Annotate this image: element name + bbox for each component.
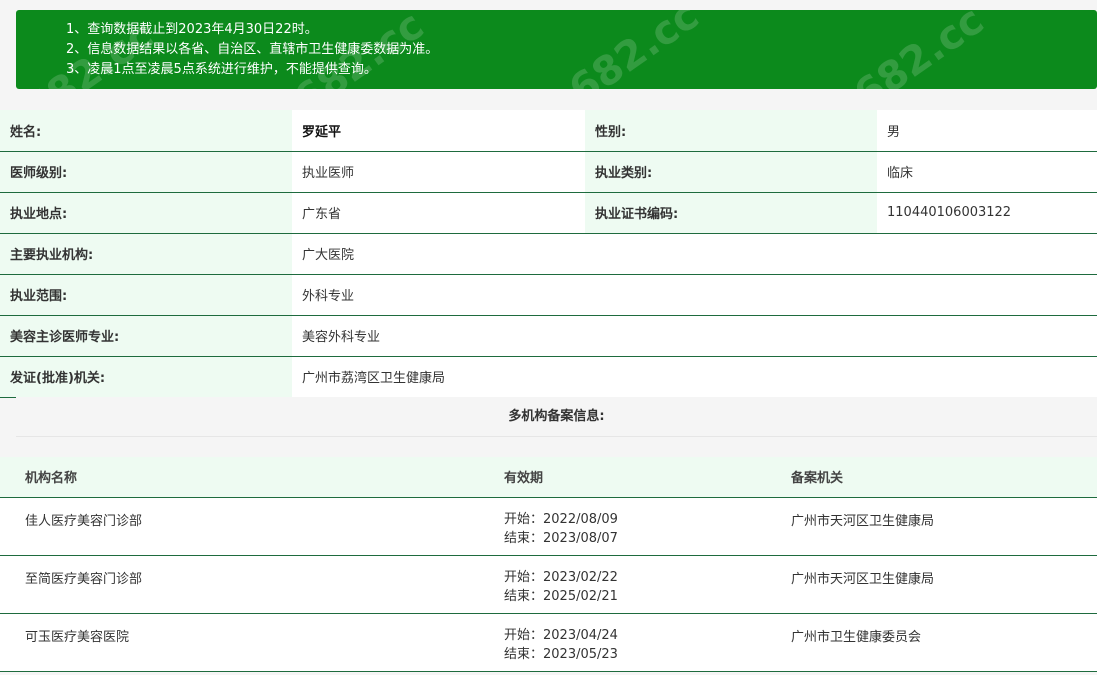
scope-label: 执业范围: [0, 274, 292, 316]
notice-list: 1、查询数据截止到2023年4月30日22时。 2、信息数据结果以各省、自治区、… [66, 20, 438, 80]
institution-name: 佳人医疗美容门诊部 [0, 497, 479, 556]
multi-registration-table: 机构名称 有效期 备案机关 佳人医疗美容门诊部 开始：2022/08/09 结束… [0, 457, 1097, 672]
category-label: 执业类别: [585, 151, 877, 193]
authority-value: 广州市荔湾区卫生健康局 [292, 356, 1097, 398]
watermark-logo: 682.cc [846, 10, 993, 89]
info-row: 执业范围: 外科专业 [0, 274, 1097, 316]
level-label: 医师级别: [0, 151, 292, 193]
location-value: 广东省 [292, 192, 585, 234]
scope-value: 外科专业 [292, 274, 1097, 316]
cosmetic-value: 美容外科专业 [292, 315, 1097, 357]
institution-name: 可玉医疗美容医院 [0, 613, 479, 672]
info-row: 主要执业机构: 广大医院 [0, 233, 1097, 275]
validity-cell: 开始：2022/08/09 结束：2023/08/07 [479, 497, 766, 556]
name-label: 姓名: [0, 110, 292, 152]
authority-label: 发证(批准)机关: [0, 356, 292, 398]
validity-cell: 开始：2023/02/22 结束：2025/02/21 [479, 555, 766, 614]
institution-label: 主要执业机构: [0, 233, 292, 275]
validity-cell: 开始：2023/04/24 结束：2023/05/23 [479, 613, 766, 672]
validity-start: 开始：2023/04/24 [504, 627, 618, 643]
info-row: 发证(批准)机关: 广州市荔湾区卫生健康局 [0, 356, 1097, 398]
column-header-authority: 备案机关 [766, 457, 1097, 498]
watermark-logo: 682.cc [561, 10, 708, 89]
table-row: 佳人医疗美容门诊部 开始：2022/08/09 结束：2023/08/07 广州… [0, 497, 1097, 556]
validity-end: 结束：2023/05/23 [504, 646, 618, 662]
registration-authority: 广州市卫生健康委员会 [766, 613, 1097, 672]
institution-name: 至简医疗美容门诊部 [0, 555, 479, 614]
level-value: 执业医师 [292, 151, 585, 193]
validity-end: 结束：2023/08/07 [504, 530, 618, 546]
info-row: 医师级别: 执业医师 执业类别: 临床 [0, 151, 1097, 193]
name-value: 罗延平 [292, 110, 585, 152]
column-header-validity: 有效期 [479, 457, 766, 498]
info-row: 执业地点: 广东省 执业证书编码: 110440106003122 [0, 192, 1097, 234]
cosmetic-label: 美容主诊医师专业: [0, 315, 292, 357]
gender-label: 性别: [585, 110, 877, 152]
info-row: 美容主诊医师专业: 美容外科专业 [0, 315, 1097, 357]
table-header-row: 机构名称 有效期 备案机关 [0, 457, 1097, 498]
doctor-info-table: 姓名: 罗延平 性别: 男 医师级别: 执业医师 执业类别: 临床 执业地点: … [0, 110, 1097, 398]
info-row: 姓名: 罗延平 性别: 男 [0, 110, 1097, 152]
notice-line: 3、凌晨1点至凌晨5点系统进行维护，不能提供查询。 [66, 62, 377, 77]
registration-authority: 广州市天河区卫生健康局 [766, 555, 1097, 614]
notice-banner: 682.cc 682.cc 682.cc 682.cc 1、查询数据截止到202… [16, 10, 1097, 89]
table-row: 至简医疗美容门诊部 开始：2023/02/22 结束：2025/02/21 广州… [0, 555, 1097, 614]
column-header-name: 机构名称 [0, 457, 479, 498]
cert-value: 110440106003122 [877, 192, 1097, 234]
notice-line: 2、信息数据结果以各省、自治区、直辖市卫生健康委数据为准。 [66, 42, 439, 57]
registration-authority: 广州市天河区卫生健康局 [766, 497, 1097, 556]
validity-end: 结束：2025/02/21 [504, 588, 618, 604]
institution-value: 广大医院 [292, 233, 1097, 275]
multi-registration-title: 多机构备案信息: [16, 397, 1097, 437]
validity-start: 开始：2022/08/09 [504, 511, 618, 527]
cert-label: 执业证书编码: [585, 192, 877, 234]
gender-value: 男 [877, 110, 1097, 152]
location-label: 执业地点: [0, 192, 292, 234]
notice-line: 1、查询数据截止到2023年4月30日22时。 [66, 22, 318, 37]
validity-start: 开始：2023/02/22 [504, 569, 618, 585]
category-value: 临床 [877, 151, 1097, 193]
table-row: 可玉医疗美容医院 开始：2023/04/24 结束：2023/05/23 广州市… [0, 613, 1097, 672]
